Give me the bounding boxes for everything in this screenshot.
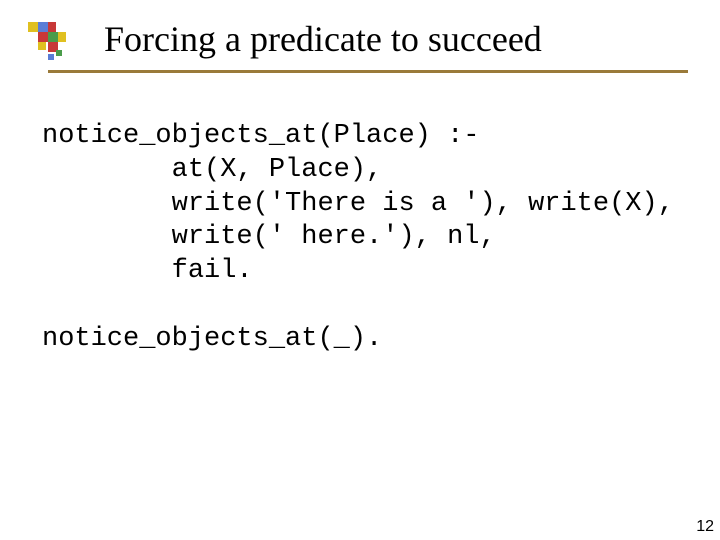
code-line: at(X, Place),	[42, 155, 382, 185]
logo-svg	[28, 12, 88, 72]
slide-logo	[28, 12, 88, 72]
code-line: write('There is a '), write(X),	[42, 189, 674, 219]
code-line: notice_objects_at(Place) :-	[42, 121, 479, 151]
slide: Forcing a predicate to succeed notice_ob…	[0, 0, 720, 540]
title-underline	[48, 70, 688, 73]
code-line: write(' here.'), nl,	[42, 222, 496, 252]
page-number: 12	[696, 518, 714, 536]
page-title: Forcing a predicate to succeed	[104, 18, 542, 60]
code-block: notice_objects_at(Place) :- at(X, Place)…	[42, 120, 674, 356]
code-line: notice_objects_at(_).	[42, 324, 382, 354]
code-line: fail.	[42, 256, 253, 286]
